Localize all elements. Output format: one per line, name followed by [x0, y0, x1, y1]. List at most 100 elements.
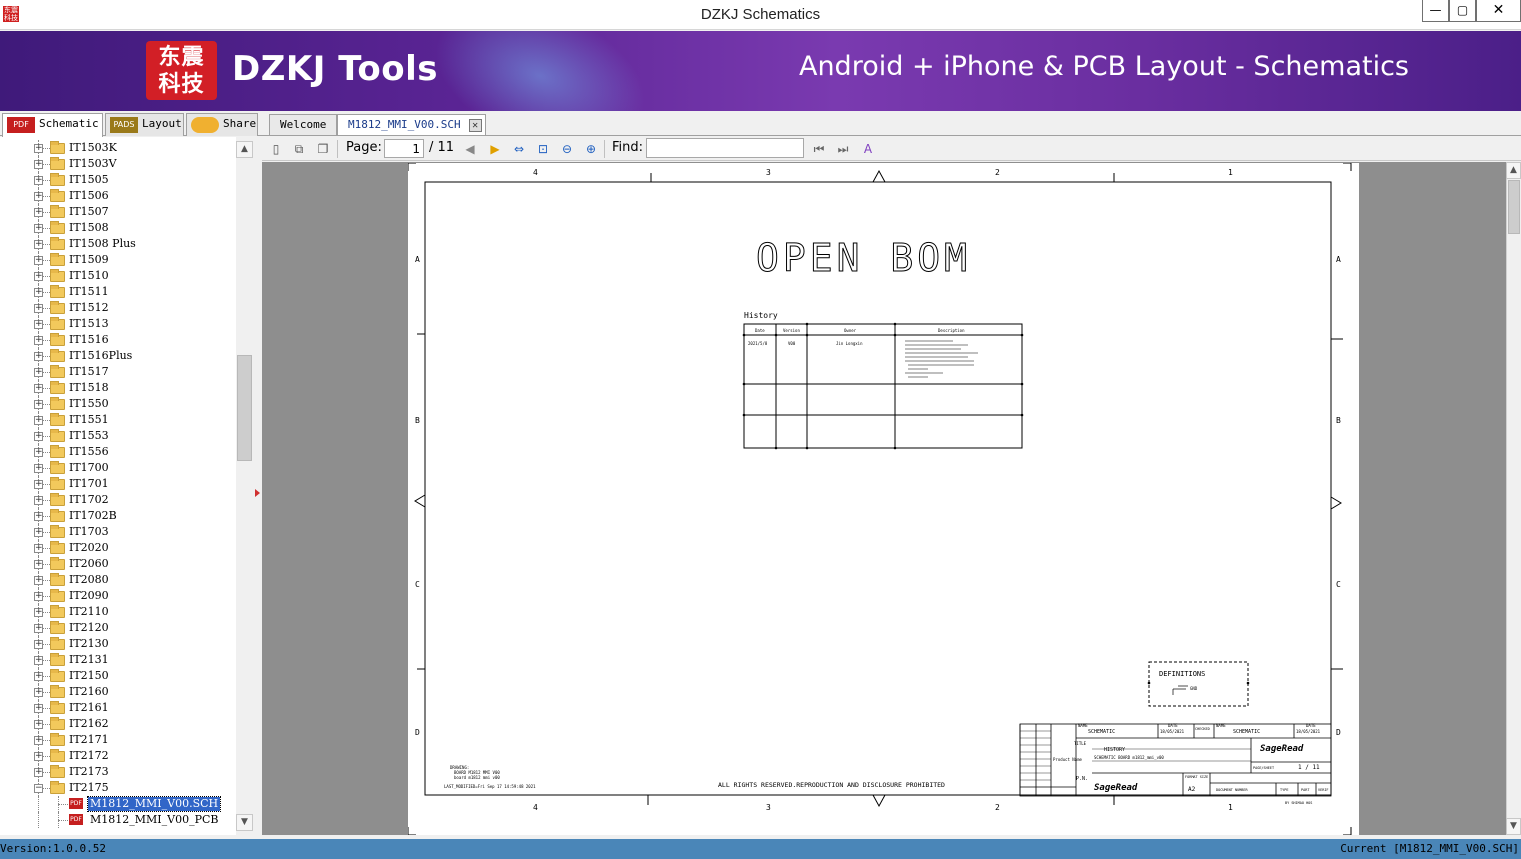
expand-icon[interactable]: + [34, 432, 43, 441]
expand-icon[interactable]: + [34, 256, 43, 265]
doc-tab-m1812[interactable]: M1812_MMI_V00.SCH ✕ [337, 114, 486, 135]
tree-folder-row[interactable]: + IT1509 [0, 252, 236, 268]
expand-icon[interactable]: + [34, 528, 43, 537]
expand-icon[interactable]: + [34, 464, 43, 473]
tree-folder-label[interactable]: IT2120 [69, 621, 109, 635]
schematic-sheet[interactable]: 4 3 2 1 4 3 2 1 A B C D A B C D OPEN BOM… [407, 162, 1359, 835]
tree-file-label[interactable]: M1812_MMI_V00.SCH [86, 796, 222, 812]
expand-icon[interactable]: + [34, 640, 43, 649]
tree-folder-row[interactable]: + IT1517 [0, 364, 236, 380]
tree-folder-row[interactable]: + IT2130 [0, 636, 236, 652]
expand-icon[interactable]: + [34, 352, 43, 361]
expand-icon[interactable]: + [34, 400, 43, 409]
tree-folder-label[interactable]: IT1513 [69, 317, 109, 331]
close-button[interactable]: ✕ [1476, 0, 1521, 22]
tree-file-row[interactable]: PDF M1812_MMI_V00.SCH [0, 796, 236, 812]
tree-scrollbar[interactable]: ▲ ▼ [236, 137, 253, 835]
tree-folder-label[interactable]: IT1507 [69, 205, 109, 219]
expand-icon[interactable]: + [34, 512, 43, 521]
copy-page-icon[interactable]: ❐ [314, 140, 332, 158]
expand-icon[interactable]: + [34, 144, 43, 153]
tree-folder-label[interactable]: IT1505 [69, 173, 109, 187]
expand-icon[interactable]: + [34, 688, 43, 697]
tree-folder-label[interactable]: IT1517 [69, 365, 109, 379]
tree-folder-row[interactable]: + IT1556 [0, 444, 236, 460]
tree-folder-row[interactable]: + IT1518 [0, 380, 236, 396]
tree-file-row[interactable]: PDF M1812_MMI_V00_PCB [0, 812, 236, 828]
tree-folder-row[interactable]: − IT2175 [0, 780, 236, 796]
viewer-scroll-down-icon[interactable]: ▼ [1506, 818, 1521, 835]
expand-icon[interactable]: + [34, 304, 43, 313]
tree-folder-row[interactable]: + IT2060 [0, 556, 236, 572]
maximize-button[interactable]: ▢ [1449, 0, 1476, 22]
expand-icon[interactable]: + [34, 704, 43, 713]
single-page-icon[interactable]: ▯ [267, 140, 285, 158]
tree-folder-label[interactable]: IT1506 [69, 189, 109, 203]
fit-page-icon[interactable]: ⊡ [534, 140, 552, 158]
zoom-in-icon[interactable]: ⊕ [582, 140, 600, 158]
expand-icon[interactable]: + [34, 320, 43, 329]
tree-folder-row[interactable]: + IT1553 [0, 428, 236, 444]
tree-folder-label[interactable]: IT1550 [69, 397, 109, 411]
tree-folder-label[interactable]: IT1551 [69, 413, 109, 427]
expand-icon[interactable]: + [34, 272, 43, 281]
tree-folder-row[interactable]: + IT1701 [0, 476, 236, 492]
tree-folder-label[interactable]: IT2160 [69, 685, 109, 699]
tree-folder-label[interactable]: IT2172 [69, 749, 109, 763]
expand-icon[interactable]: + [34, 160, 43, 169]
expand-icon[interactable]: + [34, 544, 43, 553]
expand-icon[interactable]: + [34, 176, 43, 185]
tree-folder-label[interactable]: IT1701 [69, 477, 109, 491]
tree-folder-label[interactable]: IT1553 [69, 429, 109, 443]
expand-icon[interactable]: + [34, 560, 43, 569]
fit-width-icon[interactable]: ⇔ [510, 140, 528, 158]
expand-icon[interactable]: + [34, 416, 43, 425]
expand-icon[interactable]: + [34, 592, 43, 601]
tree-folder-label[interactable]: IT1508 Plus [69, 237, 136, 251]
tree-folder-row[interactable]: + IT1702 [0, 492, 236, 508]
tree-folder-label[interactable]: IT1518 [69, 381, 109, 395]
tree-folder-row[interactable]: + IT1506 [0, 188, 236, 204]
tree-folder-row[interactable]: + IT1516 [0, 332, 236, 348]
tree-folder-row[interactable]: + IT2162 [0, 716, 236, 732]
tree-folder-row[interactable]: + IT1510 [0, 268, 236, 284]
expand-icon[interactable]: + [34, 752, 43, 761]
tree-folder-label[interactable]: IT1516Plus [69, 349, 132, 363]
tree-folder-row[interactable]: + IT1503V [0, 156, 236, 172]
tree-folder-row[interactable]: + IT1551 [0, 412, 236, 428]
zoom-out-icon[interactable]: ⊖ [558, 140, 576, 158]
collapse-icon[interactable]: − [34, 784, 43, 793]
expand-icon[interactable]: + [34, 368, 43, 377]
tree-folder-row[interactable]: + IT2160 [0, 684, 236, 700]
viewer-scroll-thumb[interactable] [1508, 180, 1520, 234]
tree-folder-label[interactable]: IT1503V [69, 157, 117, 171]
find-first-icon[interactable]: ⏮ [810, 140, 828, 158]
previous-page-icon[interactable]: ◀ [461, 140, 479, 158]
viewer-scrollbar[interactable]: ▲ ▼ [1506, 162, 1521, 835]
viewer-scroll-up-icon[interactable]: ▲ [1506, 162, 1521, 179]
tree-folder-row[interactable]: + IT2131 [0, 652, 236, 668]
tree-folder-row[interactable]: + IT1702B [0, 508, 236, 524]
tree-folder-row[interactable]: + IT1700 [0, 460, 236, 476]
expand-icon[interactable]: + [34, 208, 43, 217]
tree-folder-label[interactable]: IT1700 [69, 461, 109, 475]
tree-folder-row[interactable]: + IT1703 [0, 524, 236, 540]
expand-icon[interactable]: + [34, 240, 43, 249]
expand-icon[interactable]: + [34, 480, 43, 489]
tree-folder-label[interactable]: IT2171 [69, 733, 109, 747]
page-number-input[interactable] [384, 139, 424, 158]
tree-folder-row[interactable]: + IT1513 [0, 316, 236, 332]
tree-folder-row[interactable]: + IT2161 [0, 700, 236, 716]
expand-icon[interactable]: + [34, 384, 43, 393]
tree-folder-row[interactable]: + IT2150 [0, 668, 236, 684]
tree-scroll-thumb[interactable] [237, 355, 252, 461]
tree-folder-row[interactable]: + IT1550 [0, 396, 236, 412]
tree-folder-label[interactable]: IT2162 [69, 717, 109, 731]
expand-icon[interactable]: + [34, 656, 43, 665]
tree-folder-label[interactable]: IT2161 [69, 701, 109, 715]
tree-folder-row[interactable]: + IT1516Plus [0, 348, 236, 364]
expand-icon[interactable]: + [34, 768, 43, 777]
tree-folder-label[interactable]: IT2150 [69, 669, 109, 683]
tree-folder-row[interactable]: + IT1511 [0, 284, 236, 300]
tree-folder-label[interactable]: IT1503K [69, 141, 117, 155]
